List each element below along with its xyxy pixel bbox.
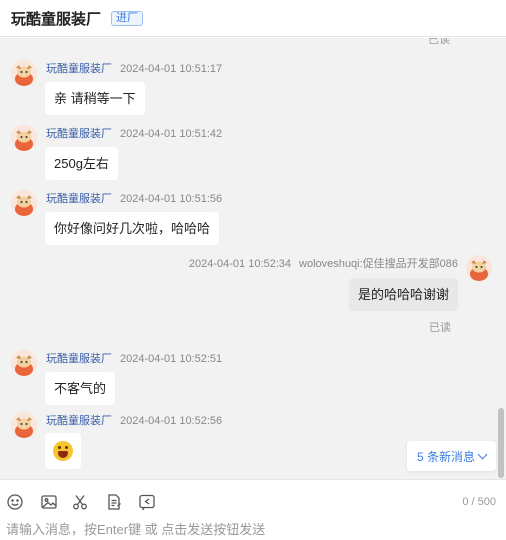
emoji-icon[interactable] bbox=[6, 493, 24, 511]
image-icon[interactable] bbox=[40, 493, 58, 511]
laughing-face-emoji-icon bbox=[53, 441, 73, 461]
message-bubble[interactable]: 亲 请稍等一下 bbox=[45, 82, 145, 115]
chevron-down-icon bbox=[477, 449, 488, 459]
new-messages-label: 5 条新消息 bbox=[416, 449, 475, 464]
read-status: 已读 bbox=[429, 322, 451, 334]
avatar[interactable] bbox=[466, 255, 492, 281]
document-icon[interactable] bbox=[105, 493, 123, 511]
message-bubble[interactable]: 不客气的 bbox=[45, 372, 116, 405]
char-counter: 0 / 500 bbox=[462, 496, 496, 508]
sender-name: 玩酷童服装厂 bbox=[46, 353, 112, 365]
avatar[interactable] bbox=[11, 125, 37, 151]
message-time: 2024-04-01 10:52:56 bbox=[120, 415, 223, 427]
message-time: 2024-04-01 10:51:17 bbox=[120, 63, 223, 75]
message-input[interactable] bbox=[0, 518, 506, 540]
message-time: 2024-04-01 10:51:42 bbox=[120, 128, 223, 140]
emoji-message-bubble[interactable] bbox=[45, 433, 81, 469]
sender-name: 玩酷童服装厂 bbox=[46, 193, 112, 205]
read-status: 已读 bbox=[428, 38, 450, 46]
sender-name: 玩酷童服装厂 bbox=[46, 63, 112, 75]
message-meta: 玩酷童服装厂 2024-04-01 10:51:42 bbox=[46, 125, 222, 141]
avatar[interactable] bbox=[11, 350, 37, 376]
avatar[interactable] bbox=[11, 190, 37, 216]
message-time: 2024-04-01 10:51:56 bbox=[120, 193, 223, 205]
scissors-icon[interactable] bbox=[71, 493, 89, 511]
message-meta: 玩酷童服装厂 2024-04-01 10:51:17 bbox=[46, 60, 222, 76]
scrollbar-thumb[interactable] bbox=[498, 408, 504, 478]
avatar[interactable] bbox=[11, 412, 37, 438]
message-bubble[interactable]: 是的哈哈哈谢谢 bbox=[348, 278, 458, 311]
message-bubble[interactable]: 你好像问好几次啦，哈哈哈 bbox=[45, 212, 220, 245]
shop-title[interactable]: 玩酷童服装厂 bbox=[11, 8, 101, 29]
chat-header: 玩酷童服装厂 进厂 bbox=[0, 0, 506, 37]
message-bubble[interactable]: 250g左右 bbox=[45, 147, 118, 180]
message-list[interactable]: 已读 玩酷童服装厂 2024-04-01 10:51:17 亲 请稍等一下 玩酷童… bbox=[0, 38, 506, 479]
message-meta: 玩酷童服装厂 2024-04-01 10:52:51 bbox=[46, 350, 222, 366]
message-time: 2024-04-01 10:52:34 bbox=[188, 258, 292, 270]
sender-name: 玩酷童服装厂 bbox=[46, 128, 112, 140]
history-icon[interactable] bbox=[138, 493, 156, 511]
message-meta: 玩酷童服装厂 2024-04-01 10:52:56 bbox=[46, 412, 222, 428]
new-messages-button[interactable]: 5 条新消息 bbox=[406, 441, 496, 471]
avatar[interactable] bbox=[11, 60, 37, 86]
enter-shop-badge[interactable]: 进厂 bbox=[111, 10, 144, 26]
message-meta: 2024-04-01 10:52:34 woloveshuqi:促佳搜品开发部08… bbox=[189, 255, 458, 271]
message-meta: 玩酷童服装厂 2024-04-01 10:51:56 bbox=[46, 190, 222, 206]
message-time: 2024-04-01 10:52:51 bbox=[120, 353, 223, 365]
sender-name: woloveshuqi:促佳搜品开发部086 bbox=[299, 258, 458, 270]
sender-name: 玩酷童服装厂 bbox=[46, 415, 112, 427]
